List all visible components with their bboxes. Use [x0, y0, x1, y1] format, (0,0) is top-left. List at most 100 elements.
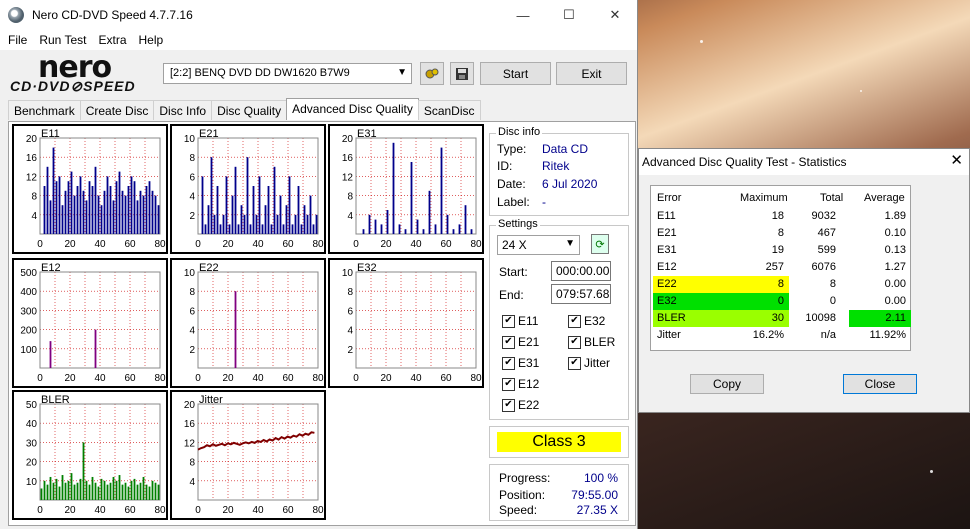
data-bar — [139, 190, 142, 234]
data-bar — [374, 219, 377, 234]
progress-label: Progress: — [499, 471, 551, 485]
data-bar — [115, 181, 118, 234]
cell-total: 10098 — [805, 312, 836, 324]
x-tick-label: 80 — [470, 239, 482, 250]
chart-e21: 1086420 20 40 60 80E21 — [170, 124, 326, 254]
y-tick-label: 20 — [184, 400, 196, 411]
cell-avg: 0.13 — [884, 244, 906, 256]
chart-label: E21 — [199, 128, 219, 140]
tab-advanced-disc-quality[interactable]: Advanced Disc Quality — [286, 98, 419, 120]
checkbox-jitter[interactable]: ✔ Jitter — [568, 356, 610, 370]
table-row: E11 18 9032 1.89 — [651, 208, 911, 225]
close-icon[interactable]: ✕ — [950, 151, 963, 169]
data-bar — [112, 200, 115, 234]
tab-disc-info[interactable]: Disc Info — [153, 100, 213, 120]
refresh-speeds-button[interactable]: ⟳ — [591, 234, 609, 254]
data-bar — [136, 200, 139, 234]
checkbox-bler[interactable]: ✔ BLER — [568, 335, 615, 349]
table-row: E32 0 0 0.00 — [651, 293, 911, 310]
data-bar — [124, 195, 127, 234]
menu-help[interactable]: Help — [133, 33, 170, 47]
speed-select[interactable]: 24 X ▼ — [497, 235, 580, 255]
data-bar — [228, 224, 231, 234]
checkbox-e12[interactable]: ✔ E12 — [502, 377, 539, 391]
y-tick-label: 2 — [189, 345, 195, 356]
data-bar — [297, 186, 300, 234]
data-bar — [157, 205, 160, 234]
checkbox-e22[interactable]: ✔ E22 — [502, 398, 539, 412]
data-bar — [118, 171, 121, 234]
cell-max: 19 — [771, 244, 784, 256]
tab-benchmark[interactable]: Benchmark — [8, 100, 81, 120]
menu-run-test[interactable]: Run Test — [33, 33, 92, 47]
cell-max: 8 — [777, 227, 784, 239]
close-icon[interactable]: ✕ — [592, 0, 638, 30]
exit-button[interactable]: Exit — [556, 62, 627, 85]
check-icon: ✔ — [502, 377, 515, 391]
x-tick-label: 80 — [312, 239, 324, 250]
maximize-icon[interactable]: ☐ — [546, 0, 592, 30]
data-bar — [446, 214, 449, 234]
y-tick-label: 10 — [184, 134, 196, 145]
x-tick-label: 0 — [195, 505, 201, 516]
disc-type-label: Type: — [497, 142, 527, 156]
check-icon: ✔ — [568, 335, 581, 349]
chart-e12: 500 400 300 200 100 0 20 40 60 80 E12 — [12, 258, 168, 388]
data-bar — [97, 195, 100, 234]
data-bar — [103, 190, 106, 234]
data-bar — [73, 195, 76, 234]
tab-create-disc[interactable]: Create Disc — [79, 100, 155, 120]
cell-total: 9032 — [811, 210, 836, 222]
data-bar — [79, 176, 82, 234]
tab-scandisc[interactable]: ScanDisc — [417, 100, 481, 120]
chart-e31: 201612840 20 40 60 80E31 — [328, 124, 484, 254]
data-bar — [279, 195, 282, 234]
x-tick-label: 20 — [380, 373, 392, 384]
data-bar — [121, 190, 124, 234]
data-bar — [276, 214, 279, 234]
start-label: Start: — [499, 265, 528, 279]
checkbox-e21[interactable]: ✔ E21 — [502, 335, 539, 349]
x-tick-label: 0 — [195, 373, 201, 384]
menu-extra[interactable]: Extra — [92, 33, 132, 47]
floppy-icon — [456, 67, 468, 80]
checkbox-e31[interactable]: ✔ E31 — [502, 356, 539, 370]
drive-select[interactable]: [2:2] BENQ DVD DD DW1620 B7W9 ▼ — [163, 63, 412, 84]
end-input[interactable]: 079:57.68 — [551, 284, 611, 304]
data-bar — [154, 195, 157, 234]
start-input[interactable]: 000:00.00 — [551, 261, 611, 281]
progress-row: Progress: 100 % — [499, 471, 618, 485]
minimize-icon[interactable]: — — [500, 0, 546, 30]
data-bar — [94, 166, 97, 234]
close-button[interactable]: Close — [843, 374, 917, 394]
data-bar — [76, 186, 79, 234]
check-icon: ✔ — [568, 314, 581, 328]
checkbox-e32[interactable]: ✔ E32 — [568, 314, 605, 328]
checkbox-e11[interactable]: ✔ E11 — [502, 314, 538, 328]
y-tick-label: 8 — [189, 287, 195, 298]
table-row: E21 8 467 0.10 — [651, 225, 911, 242]
save-button[interactable] — [450, 62, 474, 85]
drive-info-button[interactable] — [420, 62, 444, 85]
table-row: E12 257 6076 1.27 — [651, 259, 911, 276]
cell-avg: 0.10 — [884, 227, 906, 239]
disc-info-title: Disc info — [496, 126, 543, 138]
x-tick-label: 40 — [410, 239, 422, 250]
refresh-icon: ⟳ — [595, 238, 605, 251]
data-bar — [118, 475, 121, 500]
y-tick-label: 12 — [26, 172, 38, 183]
y-tick-label: 4 — [189, 326, 195, 337]
data-bar — [100, 478, 103, 500]
data-bar — [458, 224, 461, 234]
start-button[interactable]: Start — [480, 62, 551, 85]
data-bar — [130, 176, 133, 234]
y-tick-label: 8 — [189, 153, 195, 164]
disc-icon — [8, 7, 24, 23]
tab-disc-quality[interactable]: Disc Quality — [211, 100, 288, 120]
data-bar — [46, 484, 49, 500]
data-bar — [306, 214, 309, 234]
data-bar — [267, 186, 270, 234]
copy-button[interactable]: Copy — [690, 374, 764, 394]
menu-file[interactable]: File — [2, 33, 33, 47]
data-bar — [49, 476, 52, 500]
